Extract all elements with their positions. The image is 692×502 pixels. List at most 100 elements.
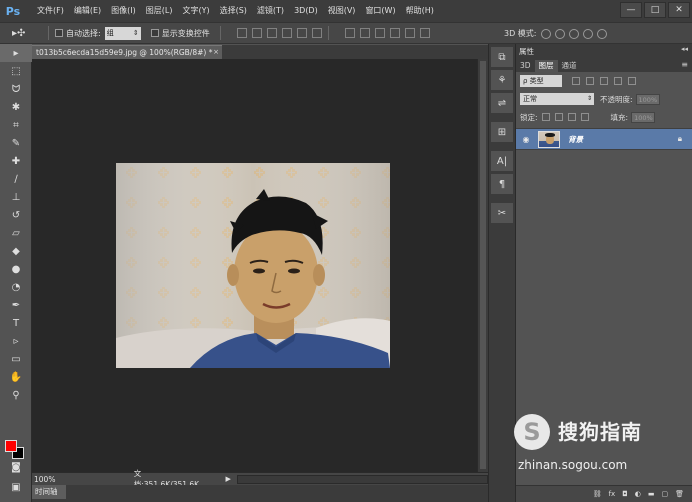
- quick-mask-icon[interactable]: ◙: [0, 458, 32, 476]
- auto-select-dropdown[interactable]: 组: [104, 26, 141, 40]
- minimize-button[interactable]: —: [620, 2, 642, 18]
- distribute-bottom-icon[interactable]: [374, 28, 385, 38]
- path-selection-tool-icon[interactable]: ▹: [0, 332, 32, 350]
- maximize-button[interactable]: □: [644, 2, 666, 18]
- document-tab[interactable]: t013b5c6ecda15d59e9.jpg @ 100%(RGB/8#) *…: [32, 45, 222, 59]
- foreground-color-swatch[interactable]: [5, 440, 17, 452]
- screen-mode-icon[interactable]: ▣: [0, 478, 32, 496]
- zoom-level[interactable]: 100%: [32, 475, 64, 484]
- lock-all-icon[interactable]: [580, 113, 589, 121]
- align-hcenter-icon[interactable]: [296, 28, 307, 38]
- auto-select-checkbox[interactable]: [55, 29, 63, 37]
- tab-layers[interactable]: 图层: [534, 60, 558, 72]
- dodge-tool-icon[interactable]: ◔: [0, 278, 32, 296]
- 3d-pan-icon[interactable]: [568, 28, 579, 39]
- marquee-tool-icon[interactable]: ⬚: [0, 62, 32, 80]
- blend-mode-dropdown[interactable]: 正常: [520, 93, 594, 105]
- healing-brush-tool-icon[interactable]: ✚: [0, 152, 32, 170]
- scrollbar-thumb[interactable]: [480, 61, 486, 469]
- 3d-rotate-icon[interactable]: [540, 28, 551, 39]
- move-tool-icon[interactable]: ▸: [0, 44, 32, 62]
- close-button[interactable]: ✕: [668, 2, 690, 18]
- align-bottom-icon[interactable]: [266, 28, 277, 38]
- crop-tool-icon[interactable]: ⌗: [0, 116, 32, 134]
- menu-filter[interactable]: 滤镜(T): [252, 0, 289, 22]
- adjustment-layer-icon[interactable]: ◐: [635, 490, 641, 498]
- link-layers-icon[interactable]: ⛓: [593, 490, 602, 498]
- pen-tool-icon[interactable]: ✒: [0, 296, 32, 314]
- filter-smart-object-icon[interactable]: [628, 77, 636, 85]
- menu-file[interactable]: 文件(F): [32, 0, 69, 22]
- visibility-eye-icon[interactable]: ◉: [516, 135, 536, 144]
- menu-type[interactable]: 文字(Y): [177, 0, 214, 22]
- 3d-scale-icon[interactable]: [596, 28, 607, 39]
- paragraph-panel-icon[interactable]: ¶: [491, 174, 513, 194]
- new-group-icon[interactable]: ▬: [648, 490, 655, 498]
- distribute-vcenter-icon[interactable]: [359, 28, 370, 38]
- brush-tool-icon[interactable]: ∕: [0, 170, 32, 188]
- blur-tool-icon[interactable]: ●: [0, 260, 32, 278]
- rectangle-tool-icon[interactable]: ▭: [0, 350, 32, 368]
- menu-window[interactable]: 窗口(W): [360, 0, 400, 22]
- lock-transparent-icon[interactable]: [541, 113, 550, 121]
- filter-adjustment-icon[interactable]: [586, 77, 594, 85]
- lasso-tool-icon[interactable]: ᗢ: [0, 80, 32, 98]
- brush-preset-panel-icon[interactable]: ⚘: [491, 70, 513, 90]
- type-tool-icon[interactable]: T: [0, 314, 32, 332]
- opacity-input[interactable]: 100%: [635, 93, 660, 105]
- menu-help[interactable]: 帮助(H): [401, 0, 439, 22]
- align-vcenter-icon[interactable]: [251, 28, 262, 38]
- properties-title[interactable]: 属性: [519, 46, 534, 57]
- character-panel-icon[interactable]: A|: [491, 151, 513, 171]
- magic-wand-tool-icon[interactable]: ✱: [0, 98, 32, 116]
- status-menu-arrow-icon[interactable]: ▶: [225, 475, 230, 483]
- menu-edit[interactable]: 编辑(E): [69, 0, 106, 22]
- collapse-panel-icon[interactable]: ◂◂: [681, 45, 688, 53]
- timeline-tab[interactable]: 时间轴: [32, 485, 66, 499]
- tab-channels[interactable]: 通道: [558, 60, 581, 72]
- paint-bucket-tool-icon[interactable]: ◆: [0, 242, 32, 260]
- layer-filter-dropdown[interactable]: ρ 类型: [520, 75, 562, 87]
- align-left-icon[interactable]: [281, 28, 292, 38]
- menu-select[interactable]: 选择(S): [215, 0, 252, 22]
- menu-3d[interactable]: 3D(D): [289, 0, 323, 22]
- layer-mask-icon[interactable]: ◘: [622, 490, 628, 498]
- distribute-hcenter-icon[interactable]: [404, 28, 415, 38]
- layer-style-icon[interactable]: fx: [609, 490, 616, 498]
- menu-layer[interactable]: 图层(L): [141, 0, 178, 22]
- show-transform-checkbox[interactable]: [150, 29, 159, 37]
- close-tab-icon[interactable]: ×: [213, 46, 219, 59]
- align-top-icon[interactable]: [236, 28, 247, 38]
- distribute-top-icon[interactable]: [344, 28, 355, 38]
- filter-type-icon[interactable]: [600, 77, 608, 85]
- distribute-left-icon[interactable]: [389, 28, 400, 38]
- clone-stamp-tool-icon[interactable]: ⊥: [0, 188, 32, 206]
- menu-image[interactable]: 图像(I): [106, 0, 141, 22]
- panel-menu-icon[interactable]: ≡: [681, 60, 688, 69]
- distribute-right-icon[interactable]: [419, 28, 430, 38]
- delete-layer-icon[interactable]: 🗑︎: [675, 490, 684, 498]
- history-panel-icon[interactable]: ⧉: [491, 47, 513, 67]
- zoom-tool-icon[interactable]: ⚲: [0, 386, 32, 404]
- new-layer-icon[interactable]: ▢: [661, 490, 668, 498]
- horizontal-scrollbar[interactable]: [236, 474, 488, 484]
- lock-image-icon[interactable]: [554, 113, 563, 121]
- 3d-roll-icon[interactable]: [554, 28, 565, 39]
- eyedropper-tool-icon[interactable]: ✎: [0, 134, 32, 152]
- filter-pixel-icon[interactable]: [572, 77, 580, 85]
- lock-position-icon[interactable]: [567, 113, 576, 121]
- document-image[interactable]: [116, 163, 390, 368]
- filter-shape-icon[interactable]: [614, 77, 622, 85]
- tab-3d[interactable]: 3D: [516, 60, 535, 72]
- history-brush-tool-icon[interactable]: ↺: [0, 206, 32, 224]
- adjustments-panel-icon[interactable]: ⇌: [491, 93, 513, 113]
- vertical-scrollbar[interactable]: [477, 59, 488, 472]
- 3d-slide-icon[interactable]: [582, 28, 593, 39]
- menu-view[interactable]: 视图(V): [323, 0, 361, 22]
- layer-row-background[interactable]: ◉ 背景 🔒︎: [516, 128, 692, 150]
- tool-presets-panel-icon[interactable]: ✂: [491, 203, 513, 223]
- align-right-icon[interactable]: [311, 28, 322, 38]
- eraser-tool-icon[interactable]: ▱: [0, 224, 32, 242]
- hand-tool-icon[interactable]: ✋: [0, 368, 32, 386]
- fill-input[interactable]: 100%: [631, 111, 656, 123]
